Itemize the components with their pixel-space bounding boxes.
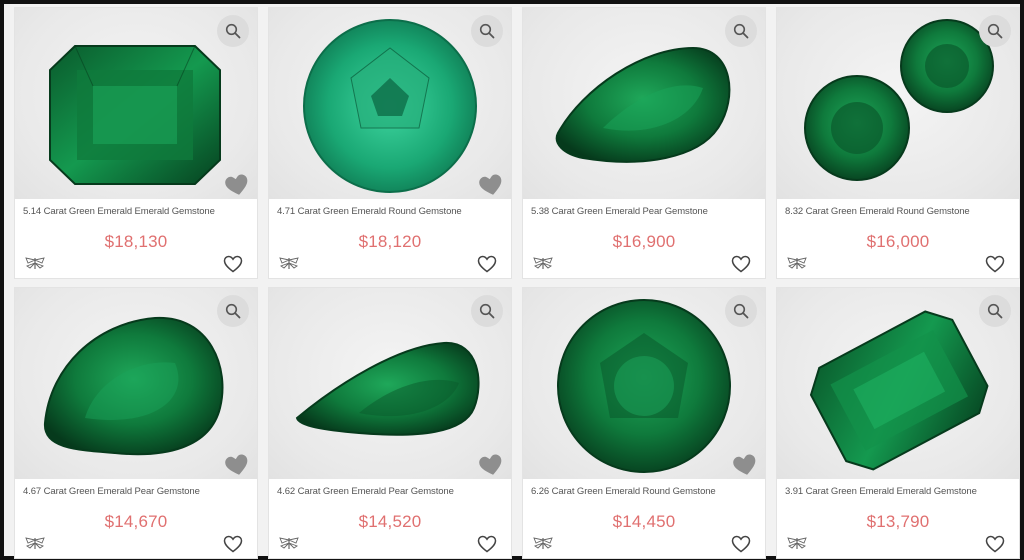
dragonfly-logo-icon [785, 536, 809, 550]
product-price: $16,900 [612, 232, 676, 251]
favorite-heart-icon[interactable] [985, 535, 1005, 553]
heart-filled-icon [731, 453, 759, 477]
dragonfly-logo-icon [23, 536, 47, 550]
product-image[interactable] [777, 288, 1019, 479]
dragonfly-logo-icon [277, 536, 301, 550]
magnifier-icon[interactable] [725, 295, 757, 327]
magnifier-icon[interactable] [217, 15, 249, 47]
dragonfly-logo-icon [531, 536, 555, 550]
favorite-heart-icon[interactable] [731, 255, 751, 273]
product-grid-frame: 5.14 Carat Green Emerald Emerald Gemston… [4, 4, 1020, 559]
product-price: $14,450 [612, 512, 676, 531]
favorite-heart-icon[interactable] [477, 255, 497, 273]
product-title[interactable]: 5.14 Carat Green Emerald Emerald Gemston… [23, 206, 215, 217]
favorite-heart-icon[interactable] [223, 255, 243, 273]
product-image[interactable] [777, 8, 1019, 199]
magnifier-icon[interactable] [471, 295, 503, 327]
product-price: $13,790 [866, 512, 930, 531]
dragonfly-logo-icon [23, 256, 47, 270]
favorite-heart-icon[interactable] [731, 535, 751, 553]
product-card[interactable]: 4.62 Carat Green Emerald Pear Gemstone $… [268, 287, 512, 559]
magnifier-icon[interactable] [217, 295, 249, 327]
product-price: $14,520 [358, 512, 422, 531]
favorite-heart-icon[interactable] [985, 255, 1005, 273]
dragonfly-logo-icon [531, 256, 555, 270]
product-card[interactable]: 3.91 Carat Green Emerald Emerald Gemston… [776, 287, 1020, 559]
product-card[interactable]: 4.67 Carat Green Emerald Pear Gemstone $… [14, 287, 258, 559]
favorite-heart-icon[interactable] [477, 535, 497, 553]
product-title[interactable]: 4.67 Carat Green Emerald Pear Gemstone [23, 486, 200, 497]
magnifier-icon[interactable] [471, 15, 503, 47]
product-card[interactable]: 5.38 Carat Green Emerald Pear Gemstone $… [522, 7, 766, 279]
magnifier-icon[interactable] [979, 295, 1011, 327]
product-title[interactable]: 3.91 Carat Green Emerald Emerald Gemston… [785, 486, 977, 497]
product-title[interactable]: 8.32 Carat Green Emerald Round Gemstone [785, 206, 970, 217]
product-title[interactable]: 4.62 Carat Green Emerald Pear Gemstone [277, 486, 454, 497]
dragonfly-logo-icon [785, 256, 809, 270]
heart-filled-icon [477, 453, 505, 477]
product-price: $14,670 [104, 512, 168, 531]
heart-filled-icon [223, 453, 251, 477]
product-grid: 5.14 Carat Green Emerald Emerald Gemston… [14, 7, 1020, 559]
product-card[interactable]: 4.71 Carat Green Emerald Round Gemstone … [268, 7, 512, 279]
heart-filled-icon [223, 173, 251, 197]
heart-filled-icon [477, 173, 505, 197]
dragonfly-logo-icon [277, 256, 301, 270]
magnifier-icon[interactable] [725, 15, 757, 47]
product-image[interactable] [15, 8, 257, 199]
product-card[interactable]: 5.14 Carat Green Emerald Emerald Gemston… [14, 7, 258, 279]
product-image[interactable] [523, 8, 765, 199]
product-image[interactable] [523, 288, 765, 479]
product-title[interactable]: 4.71 Carat Green Emerald Round Gemstone [277, 206, 462, 217]
product-card[interactable]: 6.26 Carat Green Emerald Round Gemstone … [522, 287, 766, 559]
favorite-heart-icon[interactable] [223, 535, 243, 553]
product-price: $18,130 [104, 232, 168, 251]
product-price: $16,000 [866, 232, 930, 251]
product-image[interactable] [269, 288, 511, 479]
product-card[interactable]: 8.32 Carat Green Emerald Round Gemstone … [776, 7, 1020, 279]
product-title[interactable]: 6.26 Carat Green Emerald Round Gemstone [531, 486, 716, 497]
product-image[interactable] [269, 8, 511, 199]
product-image[interactable] [15, 288, 257, 479]
product-title[interactable]: 5.38 Carat Green Emerald Pear Gemstone [531, 206, 708, 217]
magnifier-icon[interactable] [979, 15, 1011, 47]
product-price: $18,120 [358, 232, 422, 251]
